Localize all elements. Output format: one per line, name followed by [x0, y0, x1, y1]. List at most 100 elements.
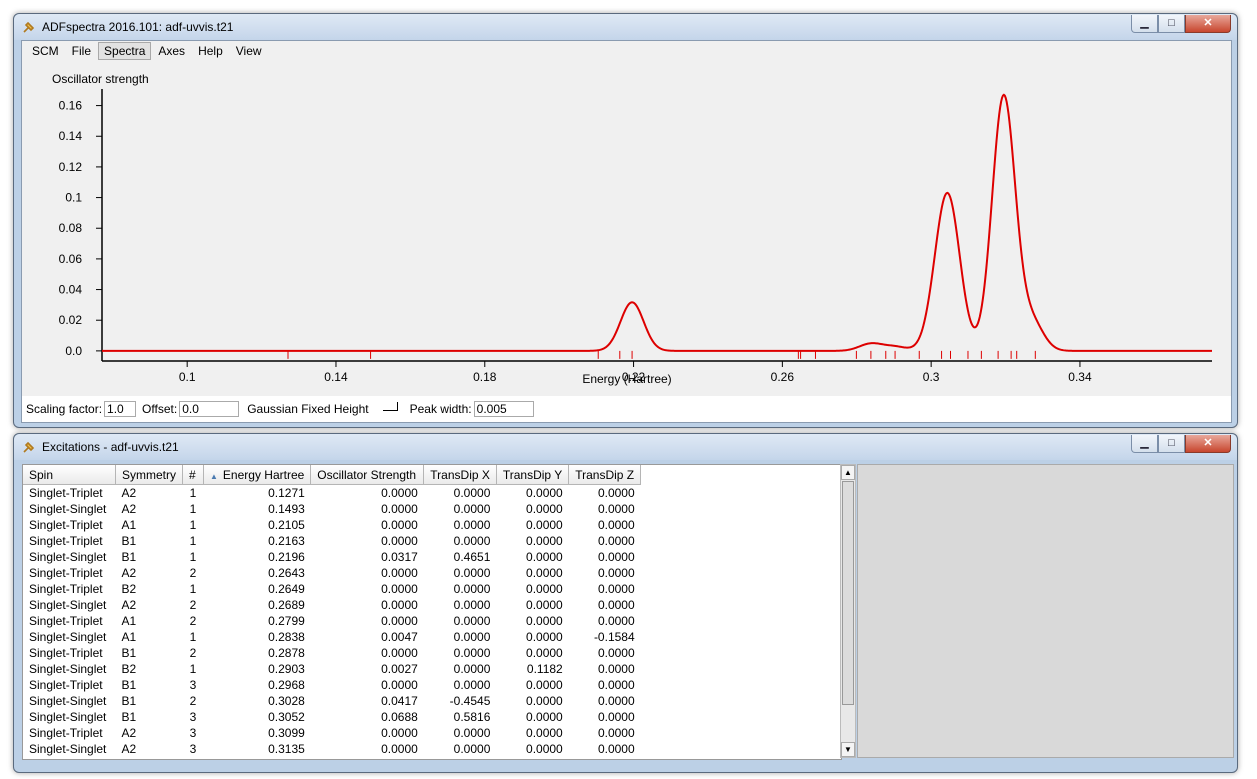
- maximize-button[interactable]: □: [1158, 435, 1185, 453]
- close-button[interactable]: ✕: [1185, 435, 1231, 453]
- window-controls: ▁ □ ✕: [1131, 435, 1231, 454]
- scaling-factor-input[interactable]: [104, 401, 137, 417]
- x-tick-label: 0.18: [473, 370, 497, 384]
- excitation-markers: [287, 350, 1036, 359]
- table-cell: 0.0000: [526, 678, 563, 692]
- col-oscillator-strength[interactable]: Oscillator Strength: [310, 465, 425, 485]
- menu-scm[interactable]: SCM: [26, 42, 65, 60]
- table-row[interactable]: Singlet-Singlet B2 1 0.2903 0.0027 0.0000 0.11…: [23, 661, 641, 677]
- x-tick-label: 0.26: [771, 370, 795, 384]
- table-row[interactable]: Singlet-Triplet B1 2 0.2878 0.0000 0.0000 0.00…: [23, 645, 641, 661]
- table-cell: 1: [189, 582, 197, 596]
- x-tick-label: 0.22: [622, 370, 646, 384]
- scroll-thumb[interactable]: [842, 481, 854, 705]
- col-symmetry[interactable]: Symmetry: [115, 465, 183, 485]
- window-title: Excitations - adf-uvvis.t21: [42, 440, 179, 454]
- table-cell: 3: [189, 710, 197, 724]
- table-cell: 0.0000: [453, 486, 491, 500]
- table-cell: 0.0000: [453, 630, 491, 644]
- table-row[interactable]: Singlet-Singlet A2 1 0.1493 0.0000 0.0000 0.00…: [23, 501, 641, 517]
- table-cell: 0.0000: [453, 582, 491, 596]
- table-row[interactable]: Singlet-Triplet A2 1 0.1271 0.0000 0.0000 0.00…: [23, 485, 641, 502]
- table-cell: 0.0000: [381, 742, 418, 756]
- table-cell: 0.0000: [597, 614, 635, 628]
- table-cell: B2: [121, 582, 137, 596]
- table-row[interactable]: Singlet-Triplet B2 1 0.2649 0.0000 0.0000 0.00…: [23, 581, 641, 597]
- scroll-up-button[interactable]: ▲: [841, 465, 855, 480]
- table-cell: 0.2643: [268, 566, 305, 580]
- scroll-down-button[interactable]: ▼: [841, 742, 855, 757]
- excitations-titlebar[interactable]: Excitations - adf-uvvis.t21 ▁ □ ✕: [14, 434, 1237, 460]
- col-energy[interactable]: ▲ Energy Hartree: [203, 465, 312, 485]
- gaussian-toggle-icon[interactable]: [382, 401, 398, 411]
- table-cell: 0.1271: [268, 486, 305, 500]
- menu-axes[interactable]: Axes: [152, 42, 191, 60]
- gaussian-label: Gaussian Fixed Height: [247, 402, 369, 416]
- minimize-button[interactable]: ▁: [1131, 435, 1158, 453]
- table-cell: 0.0000: [597, 550, 635, 564]
- table-row[interactable]: Singlet-Triplet B1 1 0.2163 0.0000 0.0000 0.00…: [23, 533, 641, 549]
- spectra-titlebar[interactable]: ADFspectra 2016.101: adf-uvvis.t21 ▁ □ ✕: [14, 14, 1237, 40]
- close-button[interactable]: ✕: [1185, 15, 1231, 33]
- table-cell: A1: [121, 518, 137, 532]
- table-cell: -0.4545: [449, 694, 491, 708]
- table-cell: B1: [121, 550, 137, 564]
- menu-bar: SCM File Spectra Axes Help View: [22, 41, 1231, 61]
- col-transdip-x[interactable]: TransDip X: [423, 465, 497, 485]
- table-cell: Singlet-Triplet: [29, 518, 103, 532]
- table-cell: 0.0000: [526, 742, 563, 756]
- table-cell: 2: [189, 614, 197, 628]
- table-cell: 0.1182: [526, 662, 563, 676]
- table-cell: 0.0000: [526, 502, 563, 516]
- table-row[interactable]: Singlet-Singlet A1 1 0.2838 0.0047 0.0000 0.00…: [23, 629, 641, 645]
- excitations-window: Excitations - adf-uvvis.t21 ▁ □ ✕ Spin S…: [13, 433, 1238, 773]
- offset-input[interactable]: [179, 401, 240, 417]
- menu-view[interactable]: View: [230, 42, 268, 60]
- table-row[interactable]: Singlet-Singlet A2 3 0.3135 0.0000 0.0000 0.00…: [23, 741, 641, 757]
- table-row[interactable]: Singlet-Singlet A2 2 0.2689 0.0000 0.0000 0.00…: [23, 597, 641, 613]
- table-cell: Singlet-Triplet: [29, 534, 103, 548]
- table-cell: A2: [121, 726, 137, 740]
- spectra-window: ADFspectra 2016.101: adf-uvvis.t21 ▁ □ ✕…: [13, 13, 1238, 428]
- table-cell: Singlet-Triplet: [29, 582, 103, 596]
- menu-help[interactable]: Help: [192, 42, 229, 60]
- table-cell: Singlet-Singlet: [29, 694, 107, 708]
- spectrum-plot[interactable]: Oscillator strength Energy (Hartree) 0.1…: [22, 61, 1231, 396]
- menu-file[interactable]: File: [66, 42, 97, 60]
- table-cell: Singlet-Triplet: [29, 678, 103, 692]
- table-row[interactable]: Singlet-Triplet A2 2 0.2643 0.0000 0.0000 0.00…: [23, 565, 641, 581]
- controls-bar: Scaling factor: Offset: Gaussian Fixed H…: [22, 396, 1231, 422]
- table-row[interactable]: Singlet-Triplet B1 3 0.2968 0.0000 0.0000 0.00…: [23, 677, 641, 693]
- y-tick-label: 0.1: [65, 191, 82, 205]
- table-cell: 0.3135: [268, 742, 305, 756]
- spectra-client: SCM File Spectra Axes Help View Oscillat…: [21, 40, 1232, 423]
- table-cell: Singlet-Triplet: [29, 646, 103, 660]
- spectrum-line: [102, 93, 1212, 352]
- menu-spectra[interactable]: Spectra: [98, 42, 152, 60]
- table-cell: 0.0000: [381, 486, 418, 500]
- table-cell: A1: [121, 614, 137, 628]
- table-cell: 0.0000: [597, 534, 635, 548]
- col-spin[interactable]: Spin: [23, 465, 116, 485]
- vertical-scrollbar[interactable]: ▲ ▼: [840, 464, 856, 758]
- table-row[interactable]: Singlet-Triplet A1 2 0.2799 0.0000 0.0000 0.00…: [23, 613, 641, 629]
- table-cell: 0.0317: [381, 550, 418, 564]
- table-row[interactable]: Singlet-Triplet A2 3 0.3099 0.0000 0.0000 0.00…: [23, 725, 641, 741]
- minimize-button[interactable]: ▁: [1131, 15, 1158, 33]
- table-row[interactable]: Singlet-Singlet B1 3 0.3052 0.0688 0.5816 0.00…: [23, 709, 641, 725]
- excitations-table[interactable]: Spin Symmetry # ▲ Energy Hartree Oscillat…: [22, 464, 842, 760]
- y-tick-label: 0.12: [59, 160, 83, 174]
- col-transdip-y[interactable]: TransDip Y: [496, 465, 570, 485]
- table-row[interactable]: Singlet-Singlet B1 1 0.2196 0.0317 0.4651 0.00…: [23, 549, 641, 565]
- peak-width-input[interactable]: [473, 401, 534, 417]
- table-cell: A2: [121, 486, 137, 500]
- table-row[interactable]: Singlet-Triplet A1 1 0.2105 0.0000 0.0000 0.00…: [23, 517, 641, 533]
- col-transdip-z[interactable]: TransDip Z: [568, 465, 642, 485]
- x-tick-label: 0.3: [923, 370, 940, 384]
- col-index[interactable]: #: [182, 465, 204, 485]
- table-row[interactable]: Singlet-Singlet B1 2 0.3028 0.0417 -0.4545 0.0…: [23, 693, 641, 709]
- table-cell: 0.0000: [597, 518, 635, 532]
- empty-panel: [857, 464, 1234, 758]
- maximize-button[interactable]: □: [1158, 15, 1185, 33]
- app-icon: [23, 21, 35, 33]
